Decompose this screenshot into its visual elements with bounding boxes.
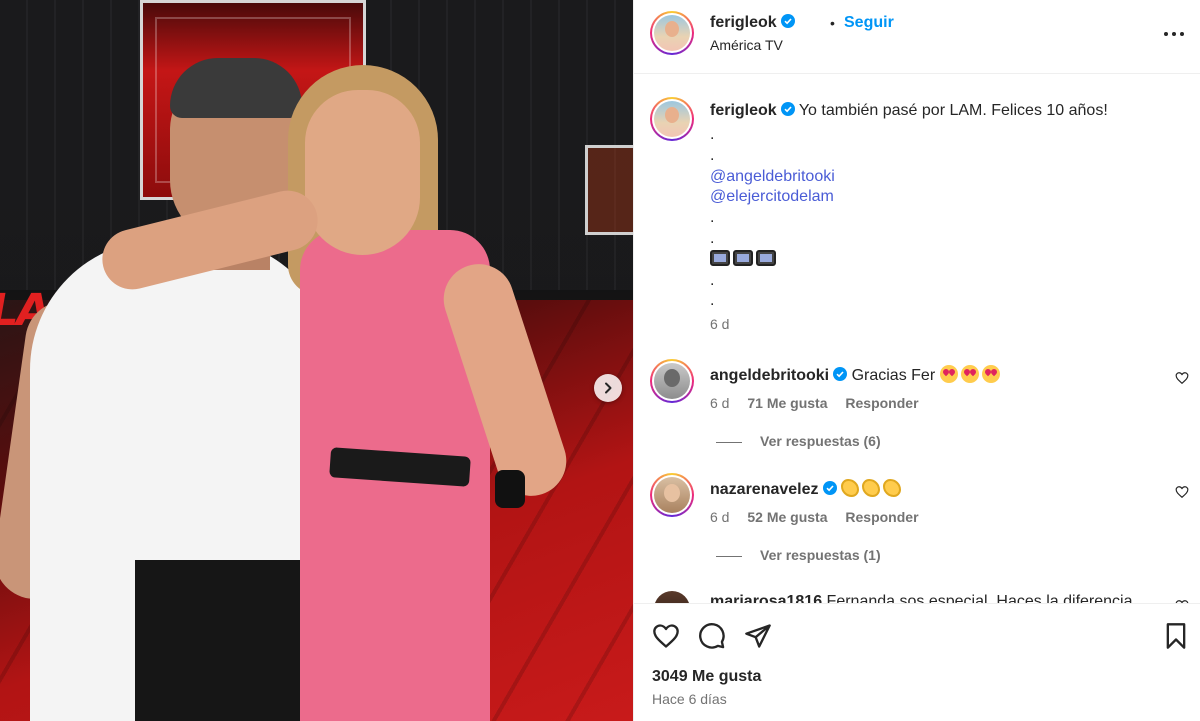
verified-badge-icon (780, 102, 795, 116)
clapping-hands-emoji-icon (840, 479, 859, 497)
smartwatch (495, 470, 525, 508)
verified-badge-icon (780, 14, 795, 28)
share-paper-plane-icon[interactable] (744, 622, 772, 650)
post-side-panel: ferigleok • Seguir América TV ferigleok … (633, 0, 1200, 721)
commenter-avatar[interactable] (650, 359, 694, 403)
like-heart-icon[interactable] (652, 622, 680, 650)
likes-count[interactable]: 3049 Me gusta (652, 668, 761, 686)
verified-badge-icon (833, 367, 848, 381)
commenter-username[interactable]: mariarosa1816 (710, 593, 822, 603)
heart-eyes-emoji-icon (939, 365, 958, 383)
like-comment-heart-icon[interactable] (1175, 485, 1189, 499)
tv-icon (710, 249, 730, 266)
follow-button[interactable]: Seguir (844, 14, 894, 32)
like-comment-heart-icon[interactable] (1175, 371, 1189, 385)
post-photo[interactable]: LAM (0, 0, 633, 721)
tv-emoji-line (710, 249, 1180, 271)
post-header: ferigleok • Seguir América TV (634, 0, 1200, 74)
comment-likes[interactable]: 71 Me gusta (747, 395, 827, 411)
save-bookmark-icon[interactable] (1162, 622, 1190, 650)
comment-item: mariarosa1816 Fernanda sos especial. Hac… (634, 583, 1200, 603)
commenter-avatar[interactable] (650, 587, 694, 603)
comment-item: nazarenavelez 6 d 52 Me gusta Responder … (634, 469, 1200, 563)
next-photo-button[interactable] (594, 374, 622, 402)
caption-time[interactable]: 6 d (710, 316, 729, 332)
clapping-hands-emoji-icon (882, 479, 901, 497)
post-date[interactable]: Hace 6 días (652, 691, 727, 707)
heart-eyes-emoji-icon (981, 365, 1000, 383)
view-replies-button[interactable]: Ver respuestas (1) (716, 547, 881, 563)
commenter-username[interactable]: nazarenavelez (710, 481, 819, 498)
more-options-icon[interactable] (1162, 24, 1186, 44)
comment-text: Fernanda sos especial. Haces la diferenc… (826, 593, 1137, 603)
woman-face (305, 90, 420, 255)
post-location[interactable]: América TV (710, 37, 783, 53)
comment-time[interactable]: 6 d (710, 395, 729, 411)
chevron-right-icon (605, 382, 612, 394)
heart-eyes-emoji-icon (960, 365, 979, 383)
comment-meta: 6 d 52 Me gusta Responder (710, 509, 933, 525)
author-username[interactable]: ferigleok (710, 14, 795, 32)
verified-badge-icon (822, 481, 837, 495)
commenter-username[interactable]: angeldebritooki (710, 367, 829, 384)
caption-avatar[interactable] (650, 97, 694, 141)
mention-link[interactable]: @elejercitodelam (710, 187, 1180, 208)
tv-icon (733, 249, 753, 266)
comment-meta: 6 d 71 Me gusta Responder (710, 395, 933, 411)
reply-button[interactable]: Responder (845, 509, 918, 525)
caption-text: Yo también pasé por LAM. Felices 10 años… (798, 102, 1108, 119)
instagram-post: LAM ferigleok • Seguir (0, 0, 1200, 721)
author-avatar[interactable] (650, 11, 694, 55)
caption-extra-lines: . . @angeldebritooki @elejercitodelam . … (710, 125, 1180, 312)
post-actions: 3049 Me gusta Hace 6 días (634, 603, 1200, 721)
view-replies-button[interactable]: Ver respuestas (6) (716, 433, 881, 449)
reply-button[interactable]: Responder (845, 395, 918, 411)
separator-dot: • (830, 15, 835, 31)
mention-link[interactable]: @angeldebritooki (710, 167, 1180, 188)
comment-item: angeldebritooki Gracias Fer 6 d 71 Me gu… (634, 355, 1200, 449)
comments-list[interactable]: ferigleok Yo también pasé por LAM. Felic… (634, 75, 1200, 603)
clapping-hands-emoji-icon (861, 479, 880, 497)
comment-time[interactable]: 6 d (710, 509, 729, 525)
studio-frame (585, 145, 633, 235)
commenter-avatar[interactable] (650, 473, 694, 517)
tv-icon (756, 249, 776, 266)
caption-username[interactable]: ferigleok (710, 102, 777, 119)
comment-likes[interactable]: 52 Me gusta (747, 509, 827, 525)
comment-bubble-icon[interactable] (698, 622, 726, 650)
comment-text: Gracias Fer (851, 367, 936, 384)
man-hair (170, 58, 302, 118)
